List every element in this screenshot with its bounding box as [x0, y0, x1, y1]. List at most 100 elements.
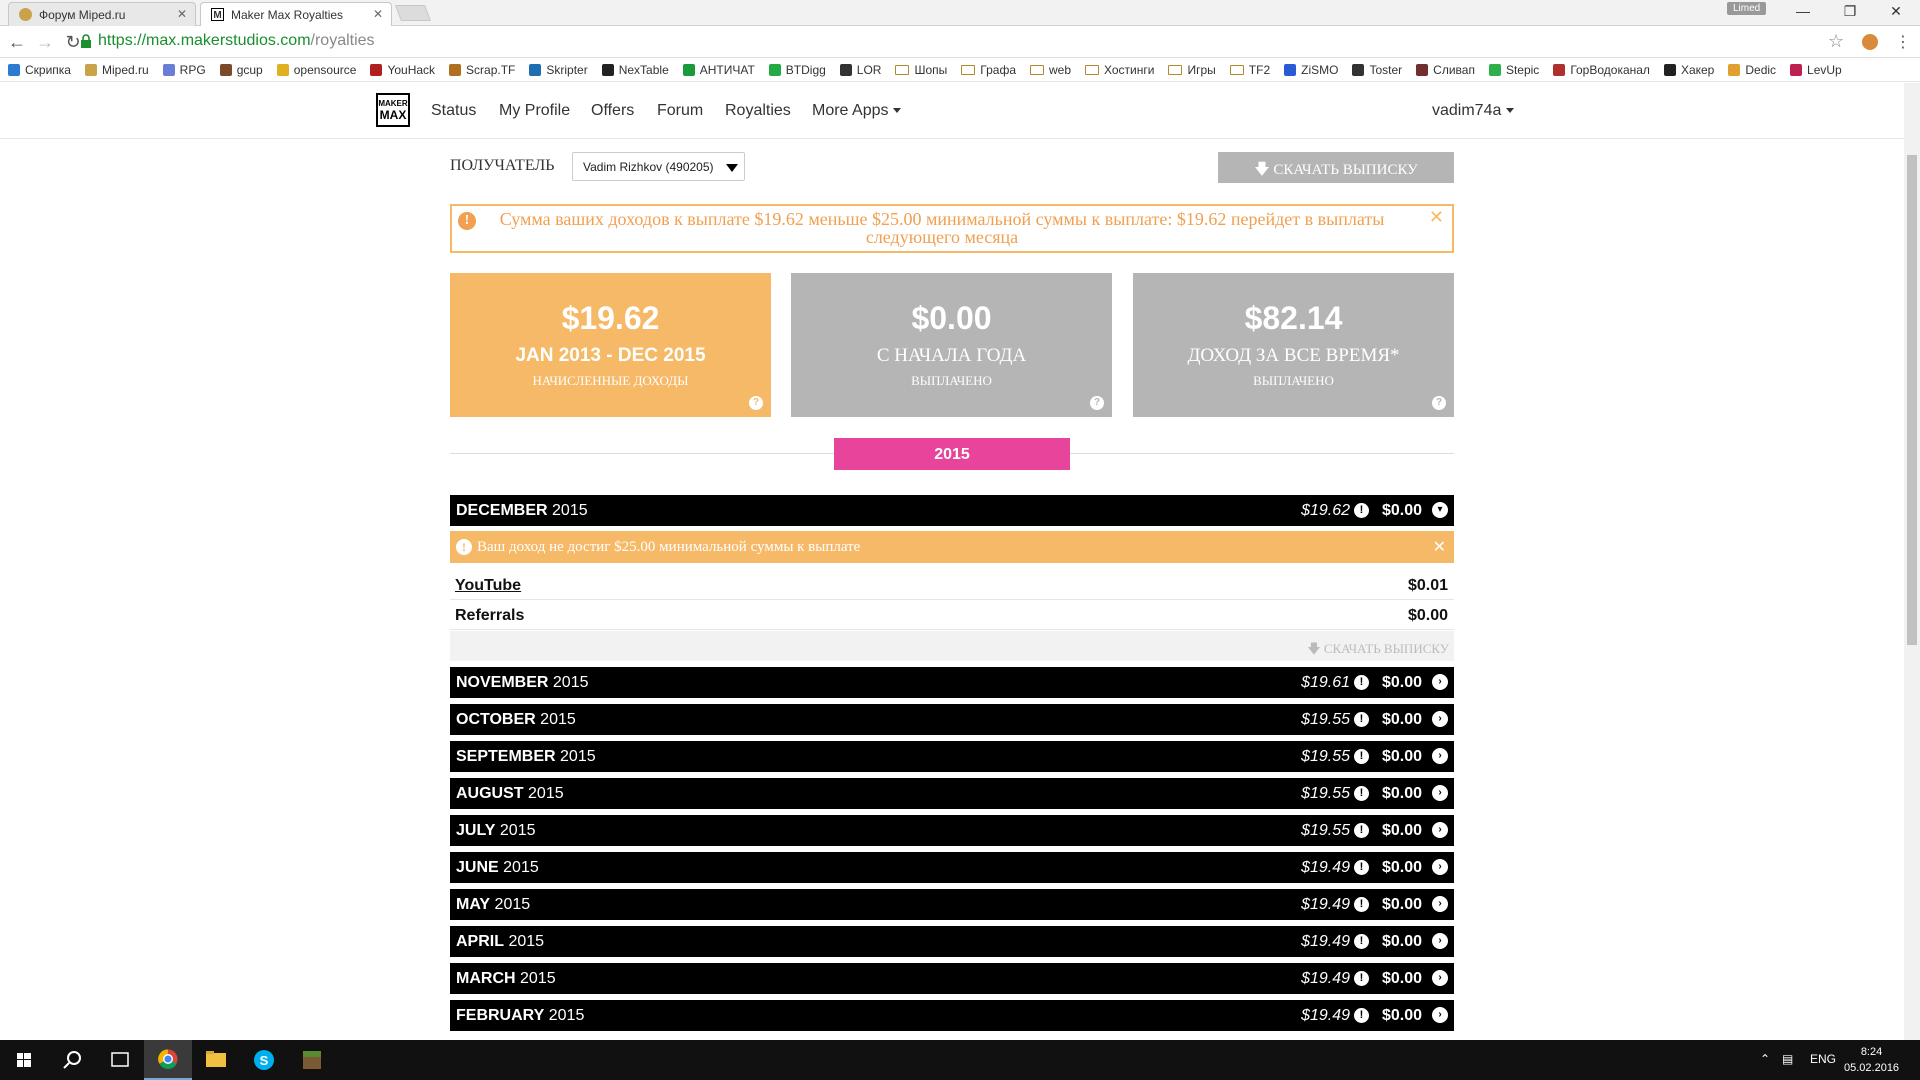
nav-my-profile[interactable]: My Profile [499, 102, 570, 120]
minecraft-icon[interactable] [288, 1040, 336, 1080]
extension-cookie-icon[interactable] [1862, 34, 1878, 50]
bookmark-item[interactable]: web [1030, 63, 1071, 77]
forward-icon[interactable]: → [34, 32, 56, 53]
recipient-select[interactable]: Vadim Rizhkov (490205) [572, 152, 745, 181]
back-icon[interactable]: ← [6, 32, 28, 53]
search-icon[interactable] [48, 1040, 96, 1080]
bookmark-item[interactable]: Stepic [1488, 63, 1539, 77]
month-row-november[interactable]: NOVEMBER 2015 $19.61! $0.00 › [450, 667, 1454, 698]
help-icon[interactable]: ? [1090, 396, 1104, 410]
warning-icon[interactable]: ! [1354, 897, 1369, 912]
bookmark-item[interactable]: Хостинги [1085, 63, 1154, 77]
nav-status[interactable]: Status [431, 102, 476, 120]
url-field[interactable]: https://max.makerstudios.com/royalties [98, 32, 375, 50]
help-icon[interactable]: ? [749, 396, 763, 410]
bookmark-item[interactable]: ZiSMO [1284, 63, 1338, 77]
chevron-down-icon[interactable]: ▾ [1432, 502, 1448, 518]
month-row-june[interactable]: JUNE 2015 $19.49! $0.00 › [450, 852, 1454, 883]
year-badge[interactable]: 2015 [834, 438, 1070, 470]
chevron-right-icon[interactable]: › [1432, 933, 1448, 949]
bookmark-item[interactable]: YouHack [370, 63, 435, 77]
browser-profile-badge[interactable]: Limed [1727, 2, 1767, 15]
bookmark-item[interactable]: Игры [1168, 63, 1216, 77]
bookmark-item[interactable]: NexTable [601, 63, 669, 77]
bookmark-item[interactable]: Toster [1352, 63, 1402, 77]
month-row-february[interactable]: FEBRUARY 2015 $19.49! $0.00 › [450, 1000, 1454, 1031]
bookmark-item[interactable]: BTDigg [768, 63, 826, 77]
bookmark-item[interactable]: ГорВодоканал [1553, 63, 1650, 77]
warning-icon[interactable]: ! [1354, 971, 1369, 986]
file-explorer-icon[interactable] [192, 1040, 240, 1080]
close-icon[interactable]: ✕ [1429, 208, 1444, 226]
warning-icon[interactable]: ! [1354, 675, 1369, 690]
nav-royalties[interactable]: Royalties [725, 102, 791, 120]
warning-icon[interactable]: ! [1354, 712, 1369, 727]
close-icon[interactable]: ✕ [1433, 537, 1446, 557]
chrome-icon[interactable] [144, 1040, 192, 1080]
close-window-icon[interactable]: ✕ [1876, 3, 1916, 20]
chevron-right-icon[interactable]: › [1432, 711, 1448, 727]
maker-max-logo[interactable]: MAKER MAX [376, 93, 410, 127]
bookmark-item[interactable]: Сливап [1416, 63, 1475, 77]
bookmark-item[interactable]: Skripter [529, 63, 588, 77]
chevron-right-icon[interactable]: › [1432, 785, 1448, 801]
warning-icon[interactable]: ! [1354, 860, 1369, 875]
scrollbar-thumb[interactable] [1907, 155, 1917, 645]
user-menu[interactable]: vadim74a [1432, 102, 1515, 120]
system-clock[interactable]: 8:24 05.02.2016 [1844, 1044, 1899, 1076]
chevron-right-icon[interactable]: › [1432, 674, 1448, 690]
nav-forum[interactable]: Forum [657, 102, 703, 120]
chevron-right-icon[interactable]: › [1432, 970, 1448, 986]
bookmark-item[interactable]: Хакер [1663, 63, 1714, 77]
month-row-april[interactable]: APRIL 2015 $19.49! $0.00 › [450, 926, 1454, 957]
bookmark-item[interactable]: Miped.ru [84, 63, 149, 77]
close-icon[interactable]: ✕ [373, 7, 383, 21]
warning-icon[interactable]: ! [1354, 1008, 1369, 1023]
chevron-right-icon[interactable]: › [1432, 748, 1448, 764]
bookmark-item[interactable]: Графа [961, 63, 1016, 77]
menu-icon[interactable]: ⋮ [1892, 32, 1914, 52]
month-row-september[interactable]: SEPTEMBER 2015 $19.55! $0.00 › [450, 741, 1454, 772]
warning-icon[interactable]: ! [1354, 503, 1369, 518]
download-statement-button[interactable]: 🡇 СКАЧАТЬ ВЫПИСКУ [1218, 152, 1454, 183]
month-row-march[interactable]: MARCH 2015 $19.49! $0.00 › [450, 963, 1454, 994]
bookmark-item[interactable]: Скрипка [8, 63, 71, 77]
bookmark-item[interactable]: Шопы [895, 63, 947, 77]
month-row-october[interactable]: OCTOBER 2015 $19.55! $0.00 › [450, 704, 1454, 735]
nav-more-apps[interactable]: More Apps [812, 102, 902, 120]
input-language[interactable]: ENG [1810, 1052, 1836, 1066]
browser-tab-royalties[interactable]: M Maker Max Royalties ✕ [200, 2, 392, 26]
warning-icon[interactable]: ! [1354, 934, 1369, 949]
nav-offers[interactable]: Offers [591, 102, 634, 120]
bookmark-item[interactable]: RPG [162, 63, 206, 77]
help-icon[interactable]: ? [1432, 396, 1446, 410]
page-scrollbar[interactable] [1904, 83, 1920, 1040]
chevron-right-icon[interactable]: › [1432, 1007, 1448, 1023]
minimize-icon[interactable]: — [1783, 3, 1823, 19]
detail-youtube-link[interactable]: YouTube [455, 577, 521, 595]
bookmark-item[interactable]: opensource [276, 63, 356, 77]
task-view-icon[interactable] [96, 1040, 144, 1080]
chevron-right-icon[interactable]: › [1432, 822, 1448, 838]
browser-tab-miped[interactable]: Форум Miped.ru ✕ [8, 2, 196, 26]
bookmark-item[interactable]: Dedic [1728, 63, 1776, 77]
month-row-july[interactable]: JULY 2015 $19.55! $0.00 › [450, 815, 1454, 846]
chevron-right-icon[interactable]: › [1432, 859, 1448, 875]
month-row-may[interactable]: MAY 2015 $19.49! $0.00 › [450, 889, 1454, 920]
warning-icon[interactable]: ! [1354, 823, 1369, 838]
bookmark-item[interactable]: АНТИЧАТ [682, 63, 755, 77]
restore-icon[interactable]: ❐ [1830, 3, 1870, 20]
skype-icon[interactable]: S [240, 1040, 288, 1080]
chevron-right-icon[interactable]: › [1432, 896, 1448, 912]
warning-icon[interactable]: ! [1354, 749, 1369, 764]
month-row-december[interactable]: DECEMBER 2015 $19.62 ! $0.00 ▾ [450, 495, 1454, 526]
month-row-august[interactable]: AUGUST 2015 $19.55! $0.00 › [450, 778, 1454, 809]
windows-start-icon[interactable] [0, 1040, 48, 1080]
close-icon[interactable]: ✕ [177, 7, 187, 21]
month-download-link[interactable]: 🡇 СКАЧАТЬ ВЫПИСКУ [450, 631, 1454, 661]
tray-up-arrow-icon[interactable]: ⌃ [1760, 1052, 1770, 1066]
notifications-icon[interactable]: ▤ [1782, 1052, 1793, 1066]
bookmark-star-icon[interactable]: ☆ [1828, 31, 1844, 52]
bookmark-item[interactable]: TF2 [1229, 63, 1270, 77]
bookmark-item[interactable]: LevUp [1790, 63, 1842, 77]
